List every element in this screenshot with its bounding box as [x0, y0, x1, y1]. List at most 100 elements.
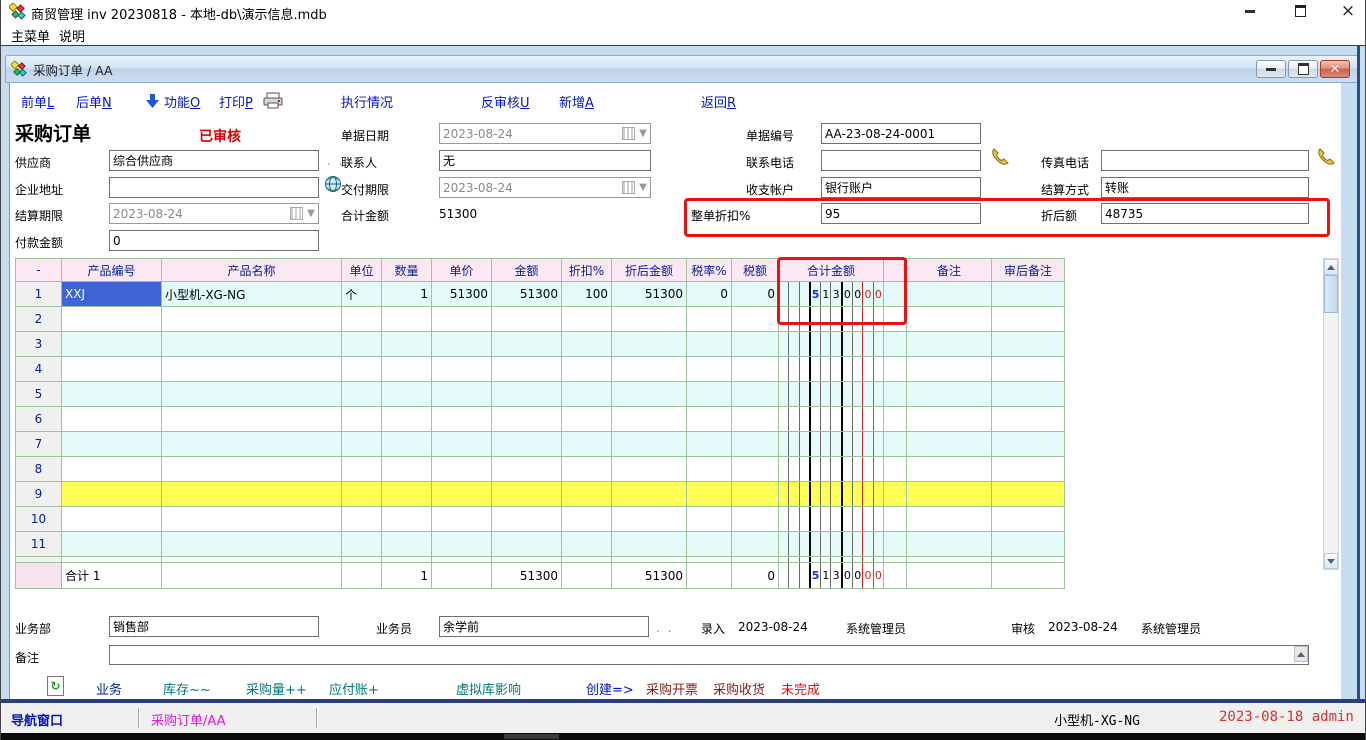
table-cell-amount[interactable]: 51300 — [492, 282, 562, 307]
table-cell-remark[interactable] — [907, 457, 992, 482]
bottom-link-virtual-stock-impact[interactable]: 虚拟库影响 — [456, 679, 521, 698]
table-cell-price[interactable] — [432, 432, 492, 457]
table-cell-num[interactable]: 1 — [16, 282, 62, 307]
table-cell-qty[interactable] — [382, 457, 432, 482]
table-cell-num[interactable]: 7 — [16, 432, 62, 457]
table-cell-tax[interactable] — [732, 382, 779, 407]
phone-icon[interactable] — [1315, 146, 1337, 168]
toolbar-next-bill[interactable]: 后单N — [76, 92, 112, 111]
table-cell-code[interactable] — [62, 307, 162, 332]
table-cell-tax_rate[interactable] — [687, 332, 732, 357]
toolbar-execution-status[interactable]: 执行情况 — [341, 92, 393, 111]
table-cell-discount[interactable] — [562, 357, 612, 382]
dept-field[interactable] — [109, 616, 319, 637]
salesman-lookup-dots[interactable]: . . — [656, 621, 673, 635]
table-cell-name[interactable] — [162, 357, 342, 382]
table-cell-remark[interactable] — [907, 482, 992, 507]
phone-field[interactable] — [821, 150, 981, 171]
table-cell-unit[interactable] — [342, 307, 382, 332]
table-cell-unit[interactable]: 个 — [342, 282, 382, 307]
table-cell-tax[interactable] — [732, 407, 779, 432]
table-cell-name[interactable] — [162, 457, 342, 482]
scroll-up-button[interactable] — [1324, 259, 1338, 275]
printer-icon[interactable] — [263, 92, 283, 109]
table-cell-audit_remark[interactable] — [992, 532, 1065, 557]
table-cell-amount[interactable] — [492, 507, 562, 532]
table-cell-discount[interactable]: 100 — [562, 282, 612, 307]
scrollbar-thumb[interactable] — [1324, 275, 1338, 313]
scroll-down-button[interactable] — [1324, 553, 1338, 569]
toolbar-print[interactable]: 打印P — [219, 92, 253, 111]
table-cell-audit_remark[interactable] — [992, 457, 1065, 482]
table-cell-disc_amount[interactable] — [612, 507, 687, 532]
table-cell-digits[interactable] — [779, 357, 884, 382]
table-cell-discount[interactable] — [562, 482, 612, 507]
table-cell-disc_amount[interactable] — [612, 532, 687, 557]
table-cell-tax_rate[interactable] — [687, 432, 732, 457]
table-cell-remark[interactable] — [907, 382, 992, 407]
table-cell-amount[interactable] — [492, 407, 562, 432]
table-cell-amount[interactable] — [492, 357, 562, 382]
table-cell-amount[interactable] — [492, 432, 562, 457]
table-cell-disc_amount[interactable] — [612, 307, 687, 332]
table-cell-remark[interactable] — [907, 507, 992, 532]
bottom-link-payable[interactable]: 应付账+ — [329, 679, 379, 698]
salesman-field[interactable] — [439, 616, 649, 637]
table-cell-digits[interactable] — [779, 482, 884, 507]
table-cell-qty[interactable] — [382, 482, 432, 507]
table-cell-tax_rate[interactable] — [687, 307, 732, 332]
table-cell-code[interactable]: XXJ — [62, 282, 162, 307]
bill-no-field[interactable] — [821, 123, 981, 144]
account-field[interactable] — [821, 177, 981, 198]
table-cell-code[interactable] — [62, 332, 162, 357]
table-cell-code[interactable] — [62, 407, 162, 432]
table-scrollbar[interactable] — [1323, 258, 1339, 570]
table-cell-qty[interactable] — [382, 357, 432, 382]
table-cell-num[interactable]: 5 — [16, 382, 62, 407]
table-cell-audit_remark[interactable] — [992, 482, 1065, 507]
bottom-link-business[interactable]: 业务 — [96, 679, 122, 698]
table-cell-disc_amount[interactable] — [612, 457, 687, 482]
table-cell-unit[interactable] — [342, 332, 382, 357]
table-cell-name[interactable] — [162, 482, 342, 507]
table-cell-code[interactable] — [62, 457, 162, 482]
table-cell-price[interactable] — [432, 307, 492, 332]
bottom-link-unfinished[interactable]: 未完成 — [781, 679, 820, 698]
table-cell-tax_rate[interactable] — [687, 357, 732, 382]
table-cell-price[interactable]: 51300 — [432, 282, 492, 307]
toolbar-prev-bill[interactable]: 前单L — [21, 92, 54, 111]
table-cell-discount[interactable] — [562, 407, 612, 432]
table-cell-tax_rate[interactable] — [687, 457, 732, 482]
table-cell-price[interactable] — [432, 357, 492, 382]
delivery-date-field[interactable]: 2023-08-24 ▼ — [439, 177, 651, 198]
table-cell-num[interactable]: 11 — [16, 532, 62, 557]
bottom-link-stock[interactable]: 库存~~ — [163, 679, 211, 698]
table-cell-tax[interactable] — [732, 357, 779, 382]
table-cell-digits[interactable] — [779, 532, 884, 557]
table-cell-tax[interactable] — [732, 457, 779, 482]
toolbar-functions[interactable]: 功能O — [164, 92, 200, 111]
table-cell-num[interactable]: 8 — [16, 457, 62, 482]
table-cell-discount[interactable] — [562, 382, 612, 407]
statusbar-active-tab[interactable]: 采购订单/AA — [151, 710, 226, 729]
statusbar-nav-window[interactable]: 导航窗口 — [11, 710, 63, 729]
table-cell-audit_remark[interactable] — [992, 357, 1065, 382]
address-field[interactable] — [109, 177, 319, 198]
toolbar-add-new[interactable]: 新增A — [559, 92, 594, 111]
table-cell-tax[interactable] — [732, 432, 779, 457]
table-cell-code[interactable] — [62, 482, 162, 507]
table-cell-digits[interactable] — [779, 307, 884, 332]
table-cell-qty[interactable] — [382, 307, 432, 332]
table-cell-digits[interactable]: 5130000 — [779, 282, 884, 307]
table-cell-num[interactable]: 2 — [16, 307, 62, 332]
table-cell-price[interactable] — [432, 332, 492, 357]
remark-field[interactable] — [109, 645, 1309, 665]
table-cell-discount[interactable] — [562, 432, 612, 457]
table-cell-remark[interactable] — [907, 332, 992, 357]
table-cell-remark[interactable] — [907, 307, 992, 332]
table-cell-unit[interactable] — [342, 457, 382, 482]
table-cell-name[interactable] — [162, 382, 342, 407]
table-cell-name[interactable] — [162, 532, 342, 557]
table-cell-amount[interactable] — [492, 332, 562, 357]
table-cell-tax[interactable]: 0 — [732, 282, 779, 307]
